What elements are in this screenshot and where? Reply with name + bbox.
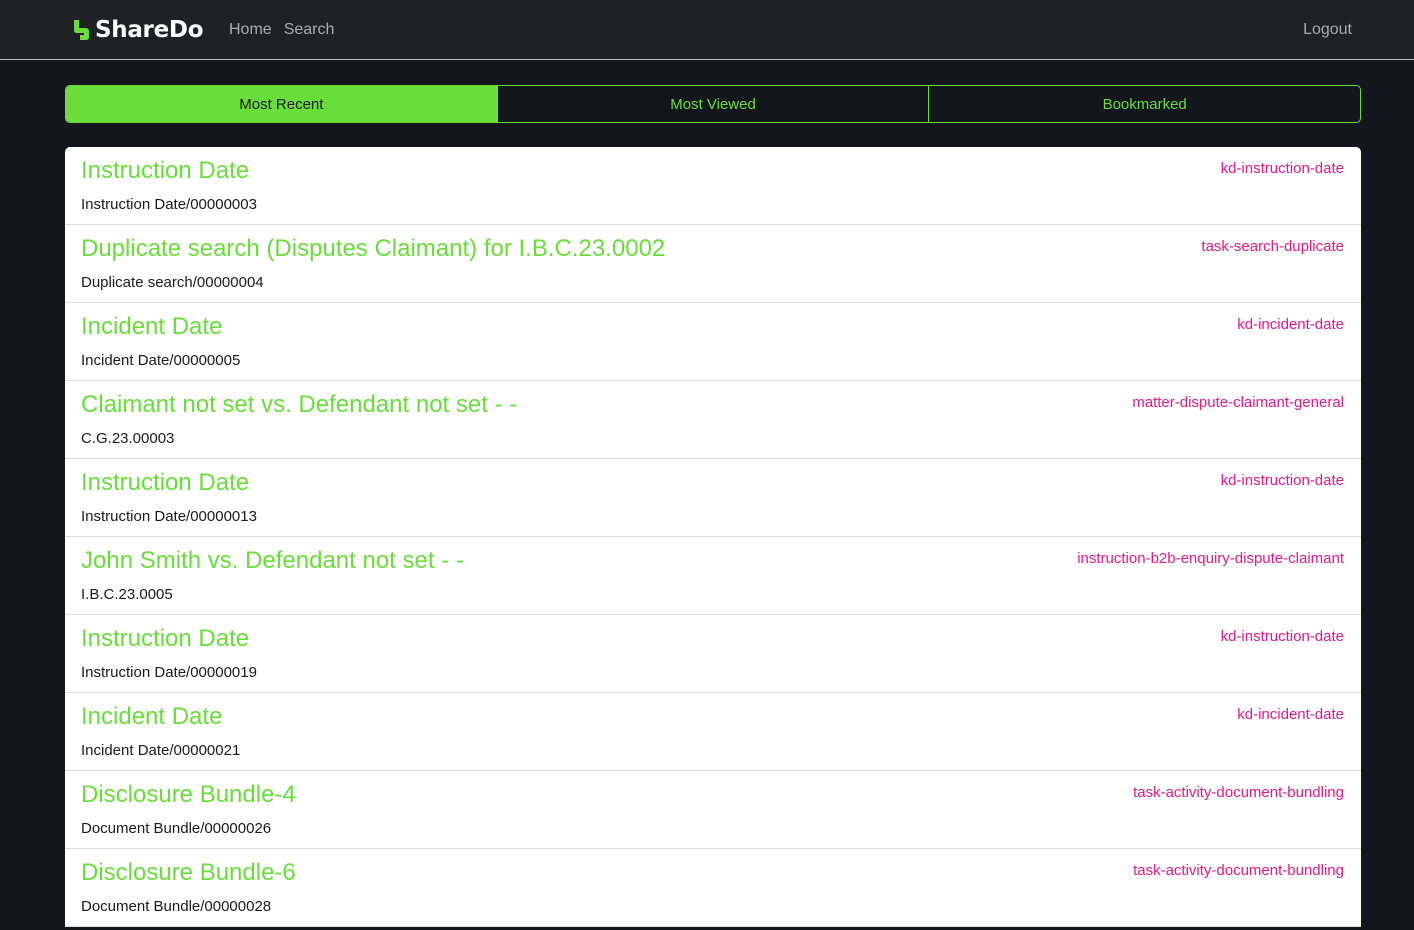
item-title[interactable]: Duplicate search (Disputes Claimant) for… <box>81 235 665 263</box>
sharedo-logo-icon <box>74 20 89 40</box>
item-type-tag: matter-dispute-claimant-general <box>1132 394 1344 411</box>
list-item[interactable]: Duplicate search (Disputes Claimant) for… <box>65 225 1361 303</box>
recent-items-list: Instruction Date Instruction Date/000000… <box>65 147 1361 927</box>
list-item[interactable]: Disclosure Bundle-4 Document Bundle/0000… <box>65 771 1361 849</box>
item-reference: I.B.C.23.0005 <box>81 586 173 603</box>
nav-search-link[interactable]: Search <box>284 21 335 39</box>
item-title[interactable]: Instruction Date <box>81 157 249 185</box>
item-type-tag: instruction-b2b-enquiry-dispute-claimant <box>1077 550 1344 567</box>
item-type-tag: kd-instruction-date <box>1220 628 1344 645</box>
item-reference: C.G.23.00003 <box>81 430 175 447</box>
brand-name: ShareDo <box>95 17 204 43</box>
item-type-tag: kd-instruction-date <box>1220 160 1344 177</box>
item-type-tag: kd-instruction-date <box>1220 472 1344 489</box>
item-title[interactable]: Incident Date <box>81 313 222 341</box>
item-title[interactable]: Instruction Date <box>81 469 249 497</box>
item-type-tag: kd-incident-date <box>1237 316 1344 333</box>
item-title[interactable]: Claimant not set vs. Defendant not set -… <box>81 391 517 419</box>
list-item[interactable]: John Smith vs. Defendant not set - - I.B… <box>65 537 1361 615</box>
item-title[interactable]: Disclosure Bundle-6 <box>81 859 296 887</box>
tab-most-recent[interactable]: Most Recent <box>66 86 497 122</box>
item-title[interactable]: Instruction Date <box>81 625 249 653</box>
item-reference: Document Bundle/00000028 <box>81 898 272 915</box>
item-title[interactable]: Disclosure Bundle-4 <box>81 781 296 809</box>
list-item[interactable]: Claimant not set vs. Defendant not set -… <box>65 381 1361 459</box>
logout-link[interactable]: Logout <box>1303 21 1352 39</box>
brand-logo[interactable]: ShareDo <box>71 17 204 43</box>
list-item[interactable]: Incident Date Incident Date/00000005 kd-… <box>65 303 1361 381</box>
list-item[interactable]: Instruction Date Instruction Date/000000… <box>65 147 1361 225</box>
item-type-tag: task-activity-document-bundling <box>1133 862 1344 879</box>
item-reference: Instruction Date/00000003 <box>81 196 257 213</box>
list-item[interactable]: Instruction Date Instruction Date/000000… <box>65 615 1361 693</box>
item-type-tag: kd-incident-date <box>1237 706 1344 723</box>
view-tabs: Most Recent Most Viewed Bookmarked <box>65 85 1361 123</box>
item-reference: Duplicate search/00000004 <box>81 274 264 291</box>
tab-most-viewed[interactable]: Most Viewed <box>496 86 929 122</box>
item-reference: Document Bundle/00000026 <box>81 820 272 837</box>
item-reference: Incident Date/00000021 <box>81 742 241 759</box>
tab-bookmarked[interactable]: Bookmarked <box>928 86 1360 122</box>
item-reference: Instruction Date/00000013 <box>81 508 257 525</box>
item-reference: Incident Date/00000005 <box>81 352 241 369</box>
item-title[interactable]: Incident Date <box>81 703 222 731</box>
list-item[interactable]: Disclosure Bundle-6 Document Bundle/0000… <box>65 849 1361 927</box>
list-item[interactable]: Instruction Date Instruction Date/000000… <box>65 459 1361 537</box>
item-reference: Instruction Date/00000019 <box>81 664 257 681</box>
nav-links: Home Search <box>229 21 334 39</box>
list-item[interactable]: Incident Date Incident Date/00000021 kd-… <box>65 693 1361 771</box>
top-navbar: ShareDo Home Search Logout <box>0 0 1414 60</box>
nav-home-link[interactable]: Home <box>229 21 272 39</box>
item-type-tag: task-search-duplicate <box>1201 238 1344 255</box>
item-title[interactable]: John Smith vs. Defendant not set - - <box>81 547 464 575</box>
item-type-tag: task-activity-document-bundling <box>1133 784 1344 801</box>
